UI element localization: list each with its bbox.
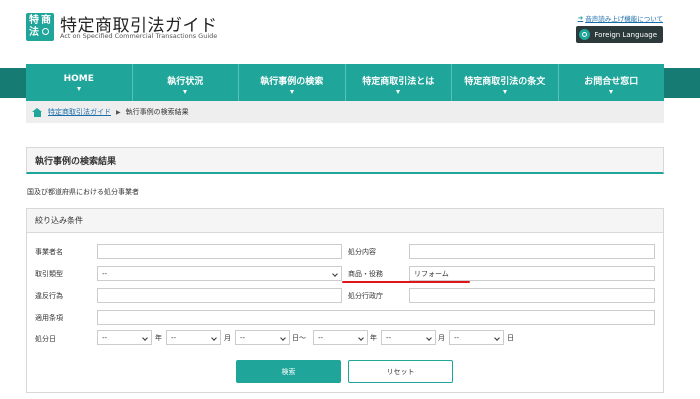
breadcrumb-separator: ▶ [116,108,121,116]
to-day-select[interactable]: -- [449,330,504,345]
disposition-date-label: 処分日 [35,335,56,343]
logo-char-1: 特 [29,15,39,26]
nav-label: 特定商取引法の条文 [464,77,546,87]
breadcrumb: 特定商取引法ガイド ▶ 執行事例の検索結果 [26,101,664,123]
nav-home[interactable]: HOME [26,64,133,101]
product-service-input[interactable]: リフォーム [409,266,655,281]
violation-label: 違反行為 [35,292,63,300]
page-description: 国及び都道府県における処分事業者 [27,188,139,196]
nav-about-law[interactable]: 特定商取引法とは [346,64,452,101]
year-unit: 年 [155,334,162,342]
nav-case-search[interactable]: 執行事例の検索 [239,64,346,101]
day-unit: 日 [507,334,514,342]
chevron-down-icon [502,90,507,94]
home-icon [32,107,43,117]
nav-enforcement-status[interactable]: 執行状況 [133,64,239,101]
site-subtitle: Act on Specified Commercial Transactions… [60,32,218,40]
to-month-select[interactable]: -- [381,330,436,345]
year-unit: 年 [370,334,377,342]
accessibility-link[interactable]: ➜ 音声読み上げ機能について [578,13,663,23]
highlight-underline [342,281,470,283]
page-title: 執行事例の検索結果 [26,147,664,174]
breadcrumb-current: 執行事例の検索結果 [125,108,189,116]
logo-char-3: 法 [29,27,39,38]
nav-label: 執行事例の検索 [260,77,324,87]
product-service-label: 商品・役務 [348,270,383,278]
disposition-content-input[interactable] [409,244,655,259]
chevron-down-icon [609,90,614,94]
nav-label: 特定商取引法とは [362,77,435,87]
violation-input[interactable] [97,288,342,303]
disposition-agency-input[interactable] [409,288,655,303]
business-name-label: 事業者名 [35,248,63,256]
key-icon [42,28,49,35]
applicable-article-input[interactable] [97,310,655,325]
foreign-language-label: Foreign Language [594,30,657,39]
globe-icon [579,29,591,40]
breadcrumb-home-link[interactable]: 特定商取引法ガイド [48,107,111,117]
transaction-type-label: 取引類型 [35,270,63,278]
nav-law-articles[interactable]: 特定商取引法の条文 [452,64,559,101]
nav-label: お問合せ窓口 [584,77,639,87]
nav-label: HOME [63,74,94,84]
from-day-select[interactable]: -- [235,330,290,345]
nav-contact[interactable]: お問合せ窓口 [559,64,665,101]
nav-label: 執行状況 [167,77,204,87]
range-separator: 日～ [292,334,306,342]
chevron-down-icon [76,87,81,91]
site-header: 特 商 法 特定商取引法ガイド Act on Specified Commerc… [0,0,700,68]
month-unit: 月 [224,334,231,342]
chevron-down-icon [396,90,401,94]
to-year-select[interactable]: -- [313,330,368,345]
global-nav: HOME 執行状況 執行事例の検索 特定商取引法とは 特定商取引法の条文 お問合… [26,64,664,101]
search-button[interactable]: 検索 [236,360,341,383]
transaction-type-select[interactable]: -- [97,266,342,281]
applicable-article-label: 適用条項 [35,314,63,322]
from-year-select[interactable]: -- [97,330,152,345]
logo-char-2: 商 [41,15,51,26]
chevron-down-icon [289,90,294,94]
speaker-icon: ➜ [577,14,584,22]
foreign-language-button[interactable]: Foreign Language [576,26,663,43]
site-logo[interactable]: 特 商 法 [26,13,54,41]
month-unit: 月 [438,334,445,342]
chevron-down-icon [183,90,188,94]
disposition-agency-label: 処分行政庁 [348,292,383,300]
filter-panel-title: 絞り込み条件 [27,209,663,233]
from-month-select[interactable]: -- [166,330,221,345]
business-name-input[interactable] [97,244,342,259]
disposition-content-label: 処分内容 [348,248,376,256]
reset-button[interactable]: リセット [348,360,453,383]
accessibility-label: 音声読み上げ機能について [585,15,663,23]
